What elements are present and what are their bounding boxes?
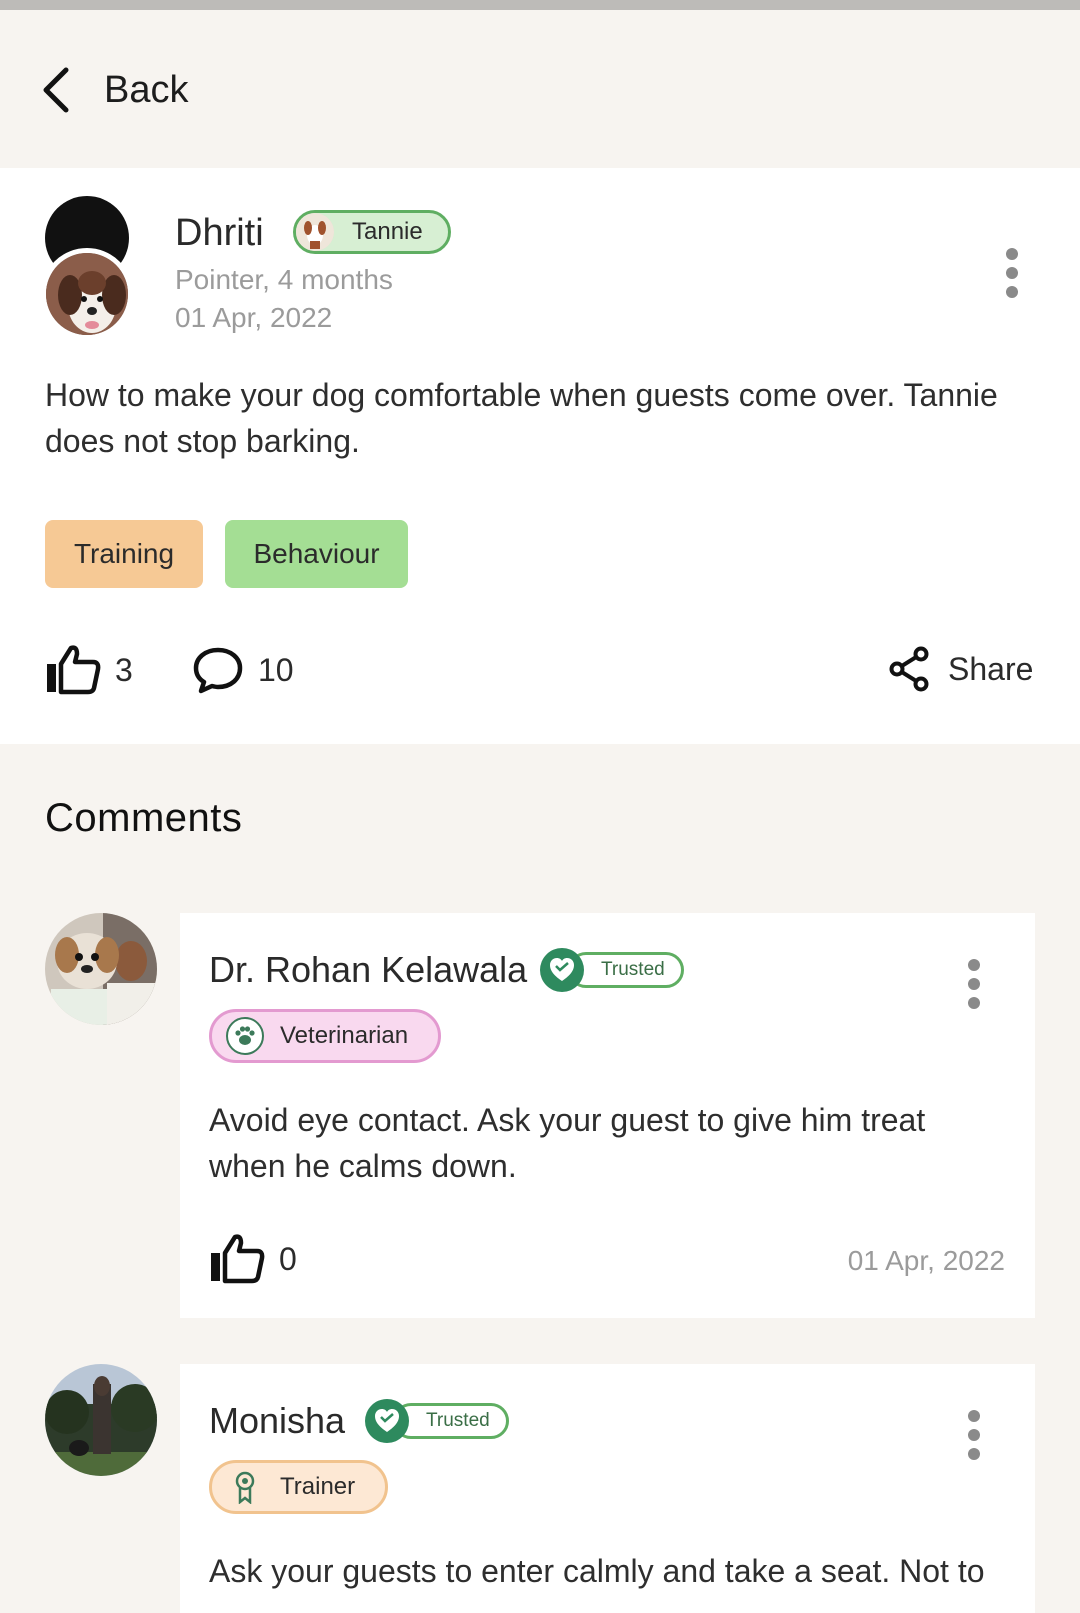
role-badge-veterinarian: Veterinarian bbox=[209, 1009, 442, 1063]
commenter-avatar[interactable] bbox=[45, 1364, 157, 1476]
pet-info: Pointer, 4 months bbox=[175, 264, 393, 295]
tag-behaviour[interactable]: Behaviour bbox=[225, 520, 408, 588]
pet-thumb-icon bbox=[296, 213, 334, 251]
comment-card: Monisha Trusted Trainer Ask your guests … bbox=[180, 1364, 1035, 1613]
trusted-label: Trusted bbox=[568, 952, 684, 988]
commenter-name[interactable]: Dr. Rohan Kelawala bbox=[209, 949, 527, 991]
more-vertical-icon bbox=[968, 959, 980, 971]
chevron-left-icon bbox=[43, 67, 69, 113]
comment-bubble-icon bbox=[193, 647, 243, 694]
back-label: Back bbox=[104, 68, 189, 111]
thumbs-up-icon bbox=[47, 645, 101, 695]
tag-training[interactable]: Training bbox=[45, 520, 203, 588]
comment-text: Avoid eye contact. Ask your guest to giv… bbox=[209, 1102, 926, 1184]
role-badge-trainer: Trainer bbox=[209, 1460, 389, 1514]
pet-tag[interactable]: Tannie bbox=[293, 210, 451, 254]
role-label: Trainer bbox=[280, 1473, 356, 1500]
thumbs-up-icon bbox=[211, 1234, 265, 1284]
trusted-seal-icon bbox=[540, 948, 584, 992]
header: Back bbox=[0, 10, 1080, 168]
role-label: Veterinarian bbox=[280, 1022, 409, 1049]
post-body: How to make your dog comfortable when gu… bbox=[45, 377, 998, 459]
comment-more-options-button[interactable] bbox=[966, 959, 982, 1009]
post-date: 01 Apr, 2022 bbox=[175, 302, 333, 333]
comment-more-options-button[interactable] bbox=[966, 1410, 982, 1460]
trusted-badge: Trusted bbox=[540, 948, 684, 992]
ribbon-icon bbox=[226, 1468, 264, 1506]
author-avatar-stack[interactable] bbox=[41, 196, 133, 346]
share-icon bbox=[889, 646, 929, 692]
commenter-avatar[interactable] bbox=[45, 913, 157, 1025]
comment-like-button[interactable]: 0 bbox=[209, 1233, 297, 1285]
post-card: Dhriti Tannie Pointer, 4 months 01 Apr, … bbox=[0, 168, 1080, 744]
more-vertical-icon bbox=[968, 1410, 980, 1422]
comments-heading: Comments bbox=[45, 796, 243, 840]
trusted-label: Trusted bbox=[393, 1403, 509, 1439]
pet-tag-label: Tannie bbox=[352, 218, 423, 245]
comment-like-count: 0 bbox=[279, 1240, 297, 1277]
share-button[interactable]: Share bbox=[888, 646, 1033, 692]
trusted-badge: Trusted bbox=[365, 1399, 509, 1443]
more-vertical-icon bbox=[1006, 248, 1018, 260]
trusted-seal-icon bbox=[365, 1399, 409, 1443]
post-more-options-button[interactable] bbox=[1004, 248, 1020, 298]
comment-card: Dr. Rohan Kelawala Trusted Veterinarian … bbox=[180, 913, 1035, 1318]
like-count: 3 bbox=[115, 651, 133, 688]
comment-text: Ask your guests to enter calmly and take… bbox=[209, 1553, 985, 1589]
back-button[interactable]: Back bbox=[40, 66, 188, 114]
status-bar-strip bbox=[0, 0, 1080, 10]
comment-date: 01 Apr, 2022 bbox=[847, 1245, 1005, 1276]
comment-button[interactable]: 10 bbox=[192, 646, 294, 694]
comment-count: 10 bbox=[258, 651, 294, 688]
post-author-name[interactable]: Dhriti bbox=[175, 212, 264, 255]
like-button[interactable]: 3 bbox=[45, 644, 133, 696]
pet-avatar bbox=[41, 248, 133, 340]
paw-icon bbox=[226, 1017, 264, 1055]
share-label: Share bbox=[948, 650, 1034, 687]
commenter-name[interactable]: Monisha bbox=[209, 1400, 345, 1442]
